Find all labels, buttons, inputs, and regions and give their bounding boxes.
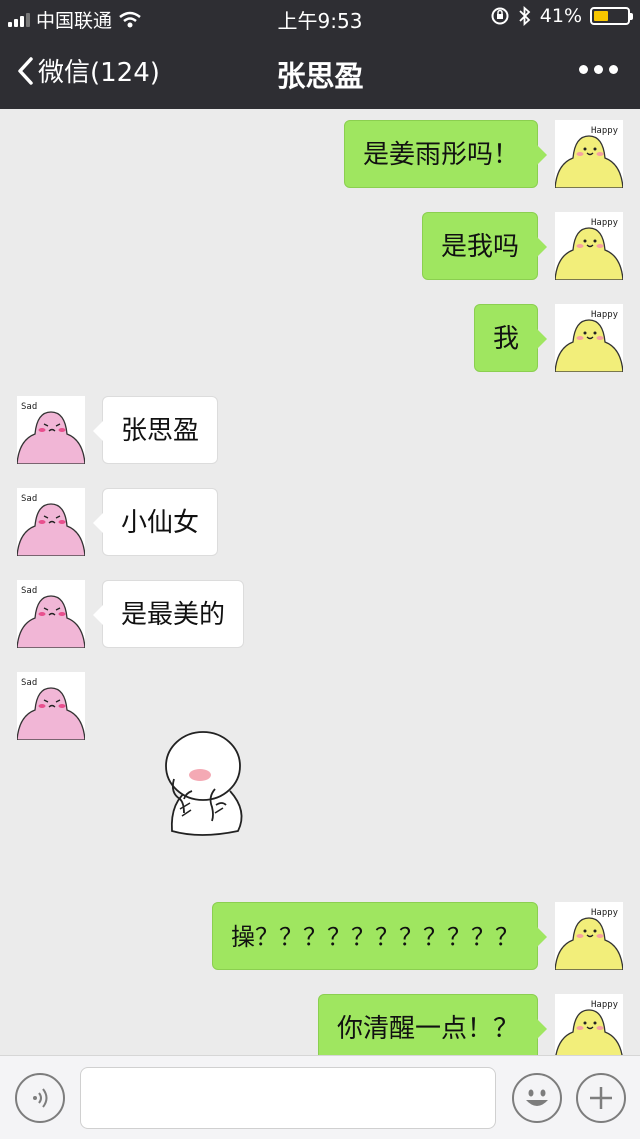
my-avatar[interactable]: Happy <box>555 902 623 970</box>
svg-text:Sad: Sad <box>21 586 37 596</box>
contact-avatar[interactable]: Sad <box>17 396 85 464</box>
svg-text:Happy: Happy <box>591 218 619 228</box>
nav-bar: 微信(124) 张思盈 <box>0 36 640 109</box>
message-bubble[interactable]: 是姜雨彤吗！ <box>343 120 548 188</box>
chat-title: 张思盈 <box>276 59 364 93</box>
message-bubble[interactable]: 小仙女 <box>92 488 219 556</box>
svg-text:Happy: Happy <box>591 1000 619 1010</box>
message-bubble[interactable]: 是最美的 <box>92 580 245 648</box>
svg-text:Happy: Happy <box>591 908 619 918</box>
status-right: 41% <box>490 5 633 27</box>
svg-text:Happy: Happy <box>591 310 619 320</box>
contact-avatar[interactable]: Sad <box>17 488 85 556</box>
svg-text:Sad: Sad <box>21 494 37 504</box>
more-dots-icon[interactable] <box>579 65 618 74</box>
battery-percent: 41% <box>539 5 582 27</box>
chat-area[interactable]: Happy 是姜雨彤吗！ Happy 是我吗 Happy 我 Sad 张思盈 S… <box>0 109 640 1055</box>
emoji-button[interactable] <box>512 1073 562 1123</box>
message-input[interactable] <box>80 1067 496 1129</box>
contact-avatar[interactable]: Sad <box>17 672 85 740</box>
plus-icon <box>590 1087 612 1109</box>
battery-icon <box>590 7 633 25</box>
my-avatar[interactable]: Happy <box>555 304 623 372</box>
message-bubble[interactable]: 张思盈 <box>92 396 219 464</box>
svg-text:Happy: Happy <box>591 126 619 136</box>
my-avatar[interactable]: Happy <box>555 994 623 1055</box>
orientation-lock-icon <box>491 7 509 25</box>
my-avatar[interactable]: Happy <box>555 212 623 280</box>
my-avatar[interactable]: Happy <box>555 120 623 188</box>
voice-icon <box>33 1088 48 1108</box>
svg-text:Sad: Sad <box>21 402 37 412</box>
input-bar <box>0 1055 640 1139</box>
message-bubble[interactable]: 我 <box>473 304 548 372</box>
plus-button[interactable] <box>576 1073 626 1123</box>
emoji-icon <box>526 1089 548 1106</box>
message-bubble[interactable]: 操？？？？？？？？？？？ <box>212 902 547 970</box>
status-bar: 中国联通 上午9:53 41% <box>0 0 640 36</box>
message-bubble[interactable]: 你清醒一点！？ <box>317 994 548 1055</box>
svg-text:Sad: Sad <box>21 678 37 688</box>
voice-button[interactable] <box>15 1073 65 1123</box>
bluetooth-icon <box>519 6 531 26</box>
message-bubble[interactable]: 是我吗 <box>421 212 548 280</box>
shy-face-sticker[interactable] <box>160 731 255 841</box>
contact-avatar[interactable]: Sad <box>17 580 85 648</box>
